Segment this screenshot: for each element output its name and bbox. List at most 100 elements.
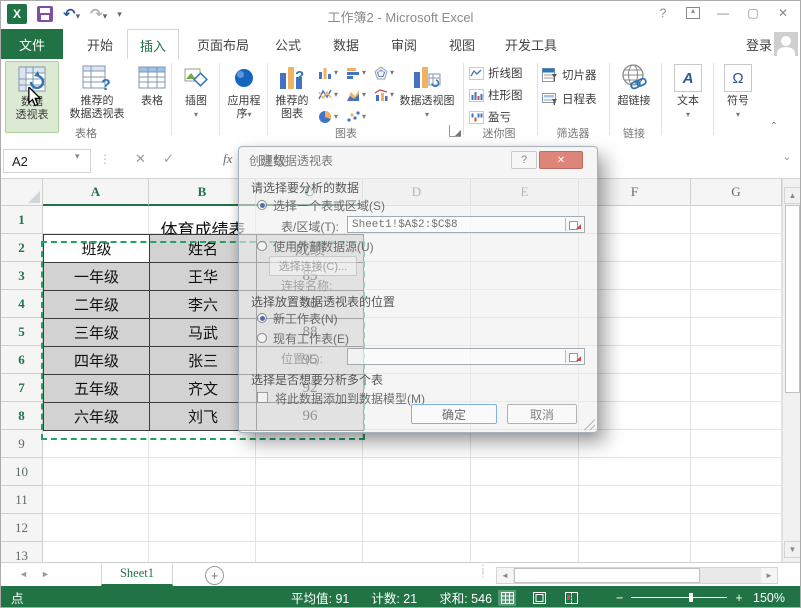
cell-G2[interactable]	[691, 234, 782, 262]
row-header-9[interactable]: 9	[1, 430, 43, 458]
text-button[interactable]: A 文本 ▾	[667, 61, 709, 133]
cell-F11[interactable]	[579, 486, 691, 514]
cell-B13[interactable]	[149, 542, 256, 562]
insert-combo-chart-button[interactable]: ▾	[373, 85, 400, 104]
illustrations-button[interactable]: 插图 ▾	[175, 61, 217, 133]
cell-C10[interactable]	[256, 458, 363, 486]
cell-G10[interactable]	[691, 458, 782, 486]
ribbon-display-options-icon[interactable]: ▴	[680, 3, 706, 23]
cell-C12[interactable]	[256, 514, 363, 542]
timeline-button[interactable]: 日程表	[542, 89, 604, 109]
select-all-corner[interactable]	[1, 179, 43, 206]
cell-A13[interactable]	[43, 542, 149, 562]
dialog-close-icon[interactable]: ✕	[539, 151, 583, 169]
minimize-icon[interactable]: —	[710, 3, 736, 23]
insert-function-icon[interactable]: fx	[223, 151, 232, 167]
scroll-down-icon[interactable]: ▼	[784, 541, 801, 558]
zoom-out-icon[interactable]: −	[616, 591, 623, 605]
cell-D9[interactable]	[363, 430, 471, 458]
cell-E9[interactable]	[471, 430, 579, 458]
pivotchart-button[interactable]: 数据透视图 ▾	[397, 61, 457, 133]
radio-select-table-range[interactable]	[257, 200, 267, 210]
cell-G6[interactable]	[691, 346, 782, 374]
name-box-dropdown-icon[interactable]: ▾	[75, 151, 80, 162]
cell-A11[interactable]	[43, 486, 149, 514]
header-cell-A2[interactable]: 班级	[43, 234, 150, 263]
data-cell-A4[interactable]: 二年级	[43, 290, 150, 319]
recommended-pivottables-button[interactable]: ? 推荐的 数据透视表	[61, 61, 133, 133]
row-header-13[interactable]: 13	[1, 542, 43, 562]
apps-button[interactable]: 应用程 序▾	[223, 61, 265, 133]
avatar[interactable]	[774, 32, 798, 56]
column-header-G[interactable]: G	[691, 179, 782, 206]
tab-0[interactable]: 开始	[75, 29, 125, 59]
scroll-right-icon[interactable]: ►	[761, 568, 777, 583]
row-header-1[interactable]: 1	[1, 206, 43, 234]
cancel-entry-icon[interactable]: ✕	[135, 151, 146, 167]
cell-G1[interactable]	[691, 206, 782, 234]
zoom-in-icon[interactable]: +	[735, 591, 742, 605]
cell-G11[interactable]	[691, 486, 782, 514]
expand-formula-bar-icon[interactable]: ⌄	[778, 150, 796, 170]
cell-F13[interactable]	[579, 542, 691, 562]
tab-5[interactable]: 审阅	[379, 29, 429, 59]
tab-4[interactable]: 数据	[321, 29, 371, 59]
cell-D11[interactable]	[363, 486, 471, 514]
row-header-8[interactable]: 8	[1, 402, 43, 430]
cell-G8[interactable]	[691, 402, 782, 430]
cancel-button[interactable]: 取消	[507, 404, 577, 424]
radio-select-table-range-label[interactable]: 选择一个表或区域(S)	[273, 197, 385, 214]
hyperlink-button[interactable]: 超链接	[612, 61, 656, 133]
tab-active-1[interactable]: 插入	[127, 29, 179, 60]
dialog-resize-grip[interactable]	[583, 418, 595, 430]
cell-C11[interactable]	[256, 486, 363, 514]
normal-view-icon[interactable]	[498, 590, 516, 606]
dialog-help-icon[interactable]: ?	[511, 151, 537, 169]
data-cell-A5[interactable]: 三年级	[43, 318, 150, 347]
tab-3[interactable]: 公式	[263, 29, 313, 59]
insert-radar-chart-button[interactable]: ▾	[373, 63, 400, 82]
ok-button[interactable]: 确定	[411, 404, 497, 424]
symbols-button[interactable]: Ω 符号 ▾	[717, 61, 759, 133]
checkbox-add-to-data-model[interactable]	[257, 392, 268, 403]
cell-G9[interactable]	[691, 430, 782, 458]
cell-G7[interactable]	[691, 374, 782, 402]
cell-B12[interactable]	[149, 514, 256, 542]
zoom-percentage[interactable]: 150%	[753, 591, 785, 605]
choose-connection-button[interactable]: 选择连接(C)...	[269, 256, 357, 276]
sparkline-column-button[interactable]: 柱形图	[469, 85, 531, 105]
row-header-7[interactable]: 7	[1, 374, 43, 402]
cell-E13[interactable]	[471, 542, 579, 562]
zoom-slider-thumb[interactable]	[689, 593, 693, 602]
horizontal-scroll-thumb[interactable]	[514, 568, 700, 583]
cell-C9[interactable]	[256, 430, 363, 458]
cell-E10[interactable]	[471, 458, 579, 486]
close-icon[interactable]: ✕	[770, 3, 796, 23]
help-icon[interactable]: ?	[650, 3, 676, 23]
cell-G13[interactable]	[691, 542, 782, 562]
radio-external-source[interactable]	[257, 241, 267, 251]
recommended-charts-button[interactable]: ? 推荐的 图表	[270, 61, 314, 133]
tab-6[interactable]: 视图	[437, 29, 487, 59]
insert-pie-chart-button[interactable]: ▾	[317, 107, 344, 126]
data-cell-A7[interactable]: 五年级	[43, 374, 150, 403]
insert-bar-chart-button[interactable]: ▾	[345, 63, 372, 82]
range-picker-icon[interactable]	[565, 350, 583, 363]
row-header-5[interactable]: 5	[1, 318, 43, 346]
sheet-tab-sheet1[interactable]: Sheet1	[101, 563, 173, 586]
cell-C13[interactable]	[256, 542, 363, 562]
tab-file[interactable]: 文件	[1, 29, 63, 59]
slicer-button[interactable]: 切片器	[542, 65, 604, 85]
tab-2[interactable]: 页面布局	[185, 29, 261, 59]
maximize-icon[interactable]: ▢	[740, 3, 766, 23]
radio-new-worksheet[interactable]	[257, 313, 267, 323]
cell-A9[interactable]	[43, 430, 149, 458]
row-header-10[interactable]: 10	[1, 458, 43, 486]
range-picker-icon[interactable]	[565, 218, 583, 231]
cell-D10[interactable]	[363, 458, 471, 486]
row-header-2[interactable]: 2	[1, 234, 43, 262]
cell-D13[interactable]	[363, 542, 471, 562]
scroll-up-icon[interactable]: ▲	[784, 187, 801, 204]
cell-A10[interactable]	[43, 458, 149, 486]
row-header-6[interactable]: 6	[1, 346, 43, 374]
